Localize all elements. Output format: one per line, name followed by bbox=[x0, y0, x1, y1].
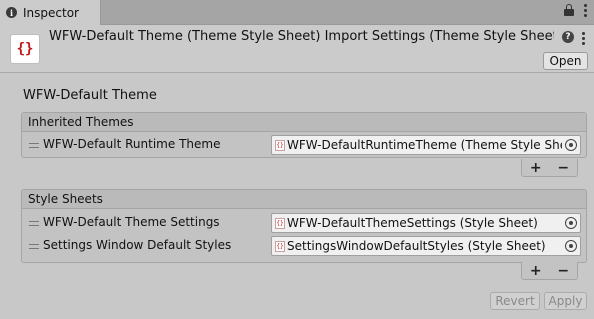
object-field[interactable]: {} WFW-DefaultThemeSettings (Style Sheet… bbox=[271, 213, 581, 233]
list-item: WFW-Default Theme Settings {} WFW-Defaul… bbox=[22, 212, 586, 234]
tab-menu-icon[interactable] bbox=[584, 3, 588, 17]
inherited-themes-add-remove: + − bbox=[521, 159, 578, 177]
list-item-label: Settings Window Default Styles bbox=[43, 238, 232, 252]
style-sheets-header: Style Sheets bbox=[22, 190, 586, 209]
page-title: WFW-Default Theme (Theme Style Sheet) Im… bbox=[49, 29, 554, 44]
tab-label: Inspector bbox=[23, 5, 79, 20]
remove-item-button[interactable]: − bbox=[553, 263, 573, 279]
tab-actions bbox=[564, 3, 588, 17]
object-picker-icon[interactable] bbox=[565, 240, 577, 252]
lock-icon[interactable] bbox=[564, 3, 574, 17]
object-field[interactable]: {} SettingsWindowDefaultStyles (Style Sh… bbox=[271, 236, 581, 256]
info-icon: i bbox=[6, 7, 17, 18]
style-sheet-asset-icon: {} bbox=[10, 34, 40, 64]
inspector-body: WFW-Default Theme Inherited Themes WFW-D… bbox=[0, 74, 594, 319]
list-item: WFW-Default Runtime Theme {} WFW-Default… bbox=[22, 134, 586, 156]
object-field-value: WFW-DefaultRuntimeTheme (Theme Style She… bbox=[287, 138, 562, 152]
add-item-button[interactable]: + bbox=[526, 160, 546, 176]
object-field-value: WFW-DefaultThemeSettings (Style Sheet) bbox=[287, 216, 538, 230]
header-menu-icon[interactable] bbox=[582, 31, 586, 45]
tab-inspector[interactable]: i Inspector bbox=[0, 0, 101, 25]
list-item-label: WFW-Default Runtime Theme bbox=[43, 137, 221, 151]
remove-item-button[interactable]: − bbox=[553, 160, 573, 176]
apply-button[interactable]: Apply bbox=[544, 292, 587, 310]
section-title: WFW-Default Theme bbox=[23, 88, 157, 103]
object-field-value: SettingsWindowDefaultStyles (Style Sheet… bbox=[287, 239, 546, 253]
drag-handle-icon[interactable] bbox=[29, 143, 39, 148]
drag-handle-icon[interactable] bbox=[29, 221, 39, 226]
list-item: Settings Window Default Styles {} Settin… bbox=[22, 235, 586, 257]
object-picker-icon[interactable] bbox=[565, 139, 577, 151]
help-icon[interactable]: ? bbox=[562, 31, 574, 43]
style-sheet-icon: {} bbox=[275, 140, 285, 151]
style-sheets-add-remove: + − bbox=[521, 262, 578, 280]
open-button[interactable]: Open bbox=[543, 52, 588, 70]
style-sheet-icon: {} bbox=[275, 218, 285, 229]
add-item-button[interactable]: + bbox=[526, 263, 546, 279]
style-sheet-icon: {} bbox=[275, 241, 285, 252]
object-field[interactable]: {} WFW-DefaultRuntimeTheme (Theme Style … bbox=[271, 135, 581, 155]
inherited-themes-header: Inherited Themes bbox=[22, 113, 586, 132]
object-picker-icon[interactable] bbox=[565, 217, 577, 229]
style-sheets-list: Style Sheets WFW-Default Theme Settings … bbox=[21, 189, 587, 263]
inherited-themes-list: Inherited Themes WFW-Default Runtime The… bbox=[21, 112, 587, 158]
drag-handle-icon[interactable] bbox=[29, 244, 39, 249]
list-item-label: WFW-Default Theme Settings bbox=[43, 215, 220, 229]
tab-strip: i Inspector bbox=[0, 0, 594, 25]
revert-button[interactable]: Revert bbox=[490, 292, 540, 310]
inspector-header: {} WFW-Default Theme (Theme Style Sheet)… bbox=[0, 25, 594, 73]
